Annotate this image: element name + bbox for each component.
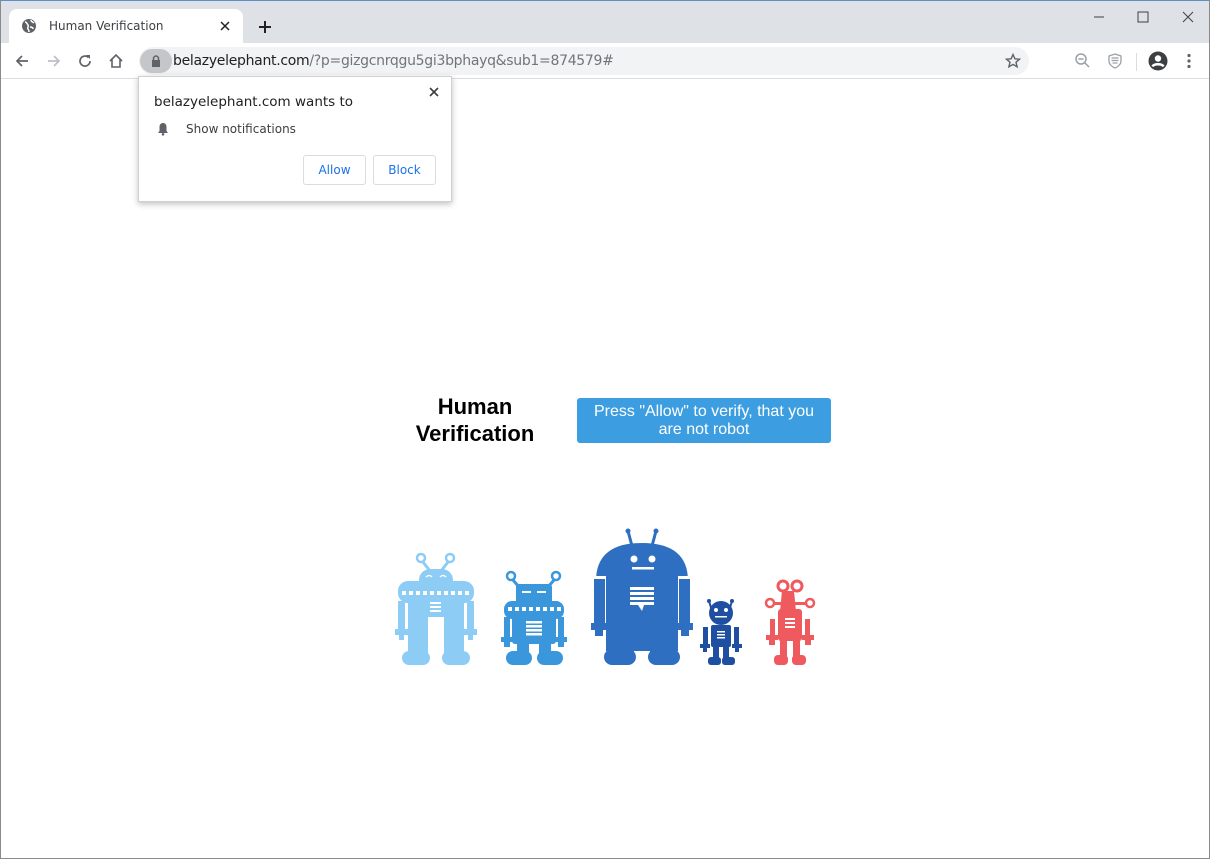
star-icon [1005,53,1021,69]
maximize-button[interactable] [1121,5,1165,29]
close-icon [429,87,439,97]
window-close-button[interactable] [1166,5,1210,29]
address-bar[interactable]: belazyelephant.com/?p=gizgcnrqgu5gi3bpha… [139,47,1029,75]
tab-strip: Human Verification [1,1,1209,43]
robot-light-blue [395,552,477,665]
new-tab-button[interactable] [253,15,277,39]
reload-icon [79,55,91,67]
permission-title: belazyelephant.com wants to [154,94,354,110]
browser-window: Human Verification belazyelephant.com/?p… [0,0,1210,859]
heading-line-1: Human [437,394,513,419]
url-text[interactable]: belazyelephant.com/?p=gizgcnrqgu5gi3bpha… [173,53,614,69]
back-button[interactable] [8,47,36,75]
robot-large-blue [591,528,693,665]
bookmark-star-button[interactable] [1003,51,1023,71]
extension-button[interactable] [1101,47,1129,75]
tab-close-icon[interactable] [217,18,233,34]
forward-button[interactable] [40,47,68,75]
heading-line-2: Verification [415,421,535,446]
notification-permission-popup: belazyelephant.com wants to Show notific… [138,76,452,202]
permission-label: Show notifications [186,122,296,136]
zoom-button[interactable] [1069,47,1097,75]
home-icon [109,53,123,68]
url-host: belazyelephant.com [173,53,310,69]
verify-button[interactable]: Press "Allow" to verify, that you are no… [577,398,831,443]
menu-button[interactable] [1175,47,1203,75]
back-icon [15,55,28,67]
globe-icon [21,18,37,34]
menu-icon [1187,53,1191,69]
url-path: /?p=gizgcnrqgu5gi3bphayq&sub1=874579# [309,53,614,69]
maximize-icon [1137,11,1149,23]
forward-icon [48,55,61,67]
permission-row: Show notifications [156,122,296,136]
minimize-button[interactable] [1077,5,1121,29]
robot-red [764,579,816,665]
zoom-out-icon [1075,53,1090,68]
robot-medium-blue [501,570,567,665]
page-heading: Human Verification [401,393,549,447]
minimize-icon [1094,16,1104,18]
toolbar-separator [1136,53,1137,71]
shield-extension-icon [1108,53,1122,69]
allow-button[interactable]: Allow [303,155,366,185]
robot-small-navy [700,599,742,665]
profile-button[interactable] [1144,47,1172,75]
popup-close-button[interactable] [425,83,443,101]
close-icon [1182,11,1194,23]
lock-icon [152,55,160,67]
robots-illustration [395,528,816,665]
home-button[interactable] [102,47,130,75]
profile-icon [1148,51,1168,71]
tab-human-verification[interactable]: Human Verification [9,9,243,43]
site-info-button[interactable] [140,49,172,73]
tab-title: Human Verification [49,19,164,33]
reload-button[interactable] [71,47,99,75]
toolbar: belazyelephant.com/?p=gizgcnrqgu5gi3bpha… [1,43,1209,79]
bell-icon [158,123,168,136]
block-button[interactable]: Block [373,155,436,185]
plus-icon [259,21,271,33]
